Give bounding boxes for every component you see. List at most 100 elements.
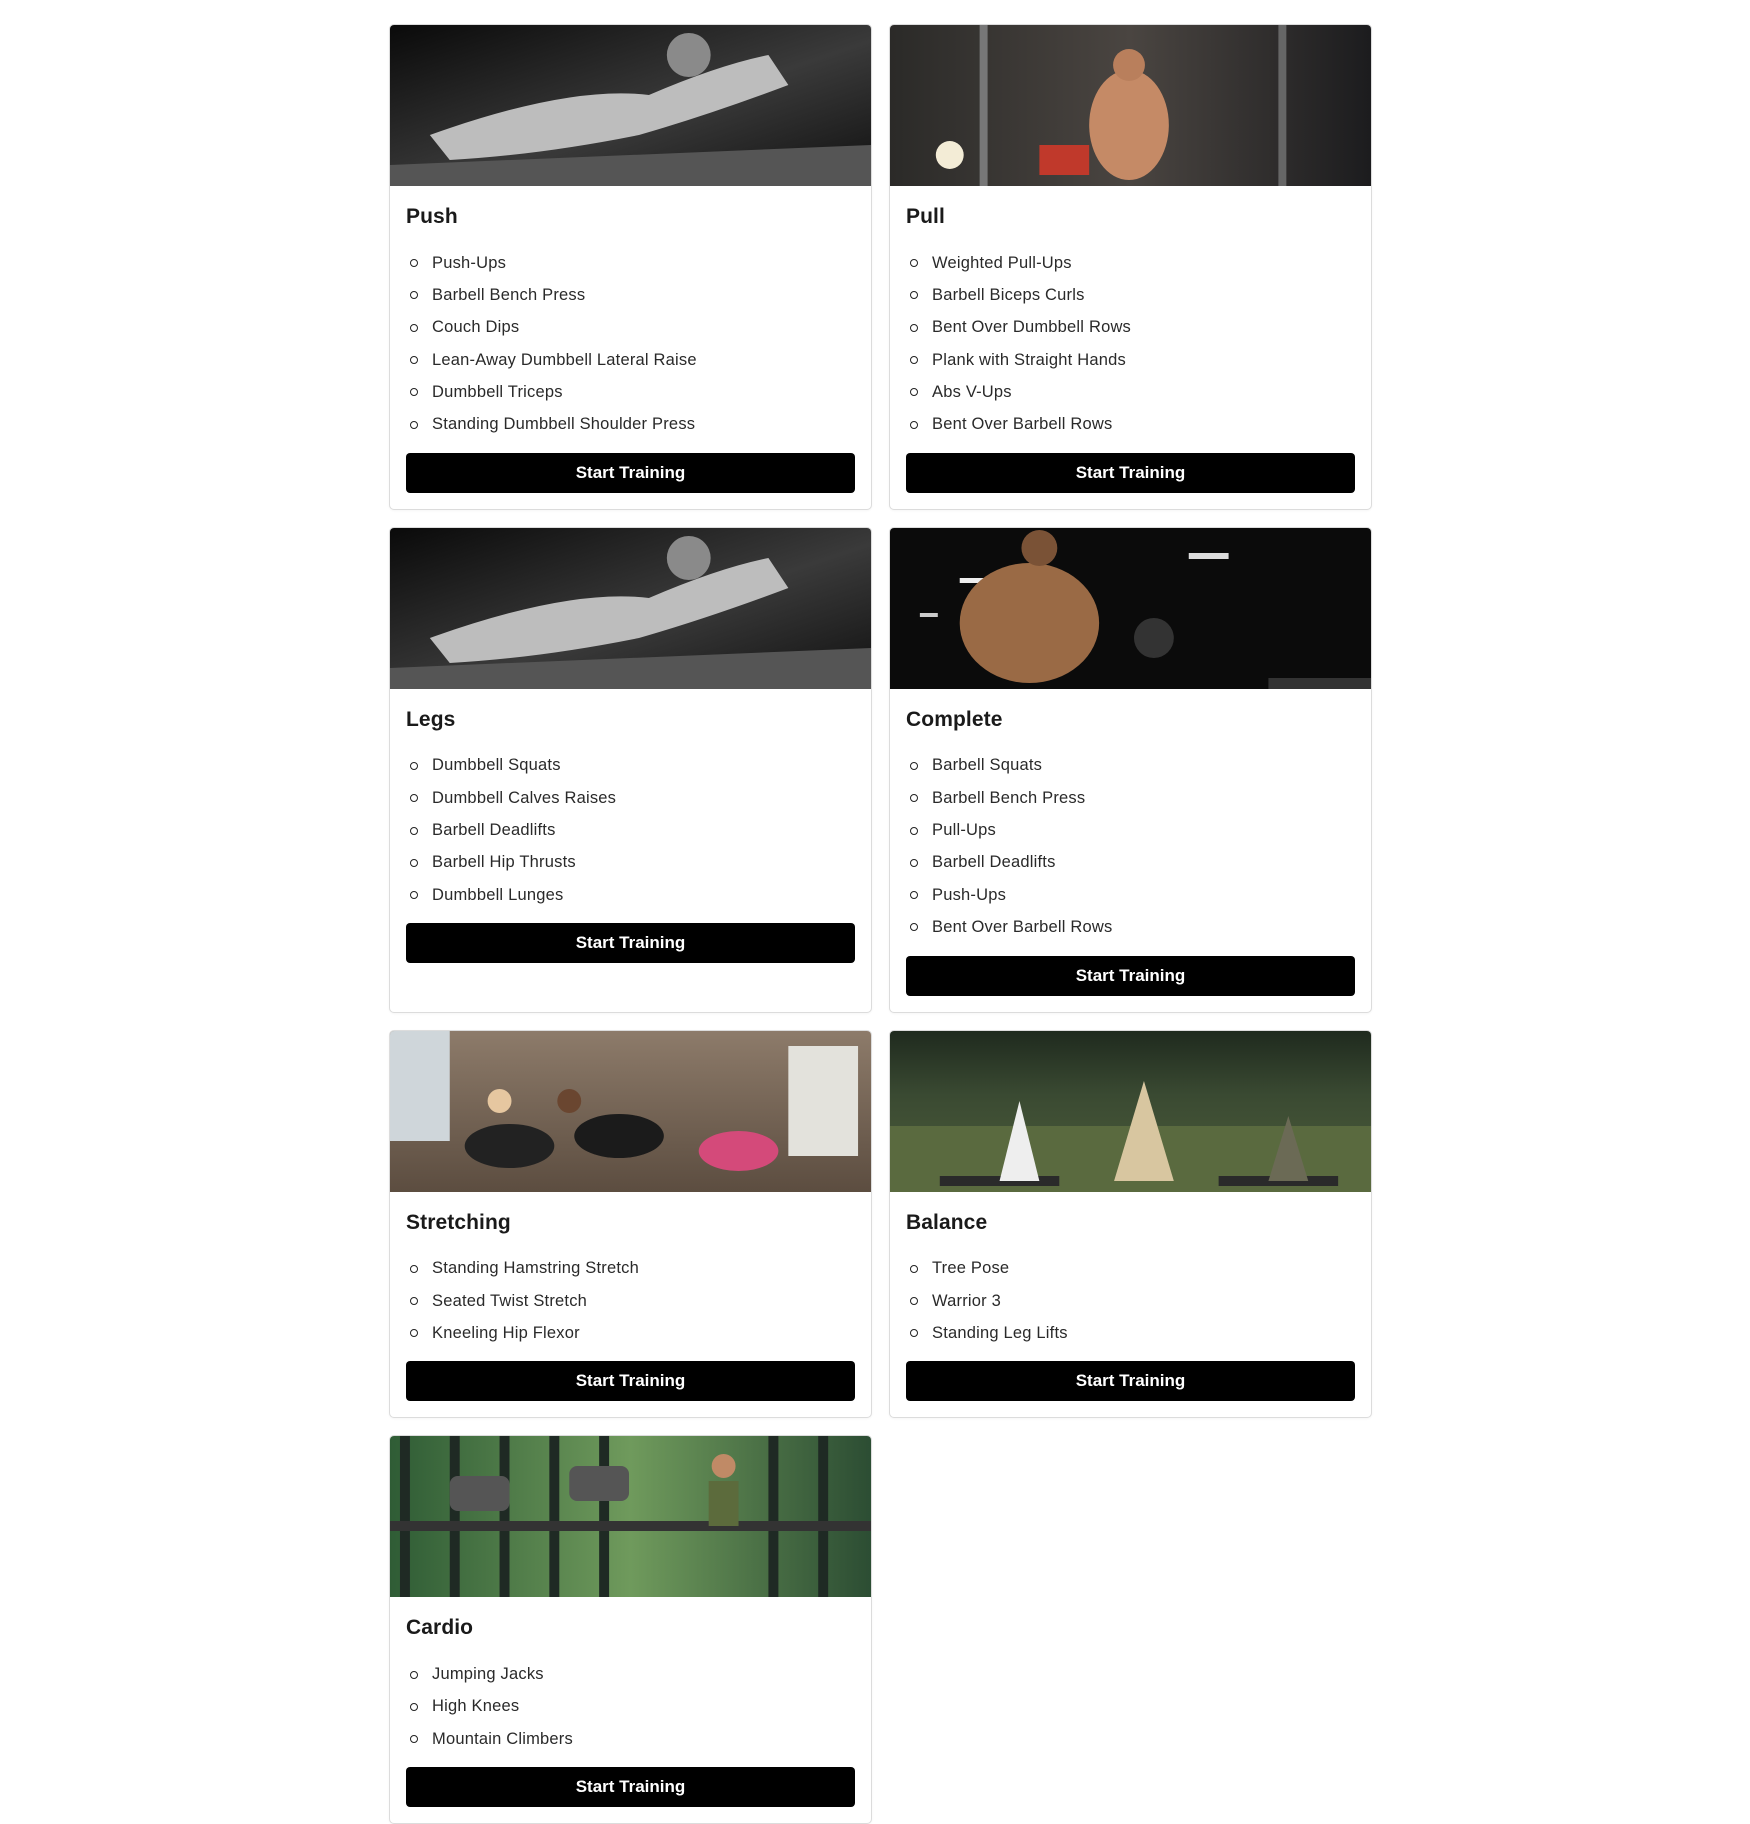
exercise-label: Push-Ups (932, 885, 1007, 904)
exercise-label: Jumping Jacks (432, 1665, 544, 1684)
push-workout-photo (390, 25, 871, 186)
stretching-workout-photo (390, 1030, 871, 1192)
exercise-list: Push-Ups Barbell Bench Press Couch Dips Lea… (406, 247, 855, 441)
exercise-item: Barbell Deadlifts (406, 814, 855, 846)
balance-workout-photo (890, 1030, 1371, 1192)
circle-bullet-icon (410, 291, 418, 300)
start-training-button[interactable]: Start Training (906, 1361, 1355, 1402)
circle-bullet-icon (910, 826, 918, 835)
exercise-label: Lean-Away Dumbbell Lateral Raise (432, 350, 697, 369)
circle-bullet-icon (910, 356, 918, 365)
circle-bullet-icon (410, 1735, 418, 1744)
exercise-item: Dumbbell Lunges (406, 879, 855, 911)
circle-bullet-icon (410, 1702, 418, 1711)
exercise-label: Standing Dumbbell Shoulder Press (432, 415, 696, 434)
cardio-workout-photo (390, 1436, 871, 1598)
exercise-item: Standing Dumbbell Shoulder Press (406, 408, 855, 440)
start-training-button[interactable]: Start Training (406, 452, 855, 493)
circle-bullet-icon (410, 1297, 418, 1305)
circle-bullet-icon (410, 388, 418, 397)
workout-card-push: Push Push-Ups Barbell Bench Press Couch Di… (389, 24, 872, 510)
workout-title: Complete (906, 707, 1003, 731)
circle-bullet-icon (910, 388, 918, 397)
circle-bullet-icon (910, 420, 918, 429)
circle-bullet-icon (410, 826, 418, 835)
exercise-label: Abs V-Ups (932, 382, 1012, 401)
exercise-label: High Knees (432, 1697, 520, 1716)
circle-bullet-icon (910, 923, 918, 932)
exercise-item: Pull-Ups (906, 814, 1355, 846)
circle-bullet-icon (410, 858, 418, 867)
exercise-label: Push-Ups (432, 253, 507, 272)
circle-bullet-icon (410, 1264, 418, 1273)
circle-bullet-icon (410, 323, 418, 332)
exercise-list: Dumbbell Squats Dumbbell Calves Raises Bar… (406, 750, 855, 911)
exercise-label: Couch Dips (432, 318, 520, 337)
workout-card-legs: Legs Dumbbell Squats Dumbbell Calves Rais… (389, 526, 872, 1013)
exercise-item: Weighted Pull-Ups (906, 247, 1355, 279)
exercise-item: Dumbbell Squats (406, 750, 855, 782)
card-body: Cardio Jumping Jacks High Knees Mountain C… (390, 1616, 871, 1808)
exercise-label: Seated Twist Stretch (432, 1291, 588, 1310)
circle-bullet-icon (910, 794, 918, 803)
exercise-label: Mountain Climbers (432, 1729, 573, 1748)
exercise-list: Tree Pose Warrior 3 Standing Leg Lifts (906, 1253, 1355, 1350)
exercise-item: Barbell Hip Thrusts (406, 847, 855, 879)
circle-bullet-icon (910, 1297, 918, 1305)
workout-title: Pull (906, 205, 945, 228)
exercise-item: Dumbbell Triceps (406, 376, 855, 408)
workout-title: Cardio (406, 1616, 474, 1640)
start-training-button[interactable]: Start Training (906, 452, 1355, 493)
circle-bullet-icon (910, 891, 918, 900)
start-training-button[interactable]: Start Training (406, 1361, 855, 1402)
exercise-item: Couch Dips (406, 312, 855, 344)
exercise-label: Pull-Ups (932, 821, 996, 840)
exercise-label: Barbell Biceps Curls (932, 285, 1085, 304)
exercise-item: Standing Hamstring Stretch (406, 1253, 855, 1285)
exercise-label: Dumbbell Triceps (432, 382, 563, 401)
card-body: Pull Weighted Pull-Ups Barbell Biceps Cur… (890, 205, 1371, 493)
exercise-label: Tree Pose (932, 1259, 1010, 1278)
workout-title: Push (406, 205, 458, 228)
exercise-label: Standing Hamstring Stretch (432, 1259, 639, 1278)
circle-bullet-icon (410, 259, 418, 268)
workout-grid: Push Push-Ups Barbell Bench Press Couch Di… (389, 24, 1372, 1824)
exercise-label: Barbell Deadlifts (932, 853, 1056, 872)
exercise-list: Jumping Jacks High Knees Mountain Climbers (406, 1658, 855, 1755)
exercise-label: Plank with Straight Hands (932, 350, 1126, 369)
exercise-list: Barbell Squats Barbell Bench Press Pull-Up… (906, 750, 1355, 944)
exercise-item: Barbell Deadlifts (906, 847, 1355, 879)
card-body: Stretching Standing Hamstring Stretch Sea… (390, 1211, 871, 1402)
workout-card-cardio: Cardio Jumping Jacks High Knees Mountain C… (389, 1435, 872, 1824)
pull-workout-photo (890, 25, 1371, 186)
exercise-item: Kneeling Hip Flexor (406, 1317, 855, 1349)
exercise-label: Kneeling Hip Flexor (432, 1323, 580, 1342)
exercise-item: Push-Ups (406, 247, 855, 279)
workout-title: Legs (406, 707, 456, 731)
exercise-item: Barbell Biceps Curls (906, 279, 1355, 311)
exercise-item: Seated Twist Stretch (406, 1285, 855, 1317)
circle-bullet-icon (910, 291, 918, 300)
exercise-item: Plank with Straight Hands (906, 344, 1355, 376)
card-body: Complete Barbell Squats Barbell Bench Pre… (890, 708, 1371, 996)
exercise-label: Barbell Squats (932, 756, 1043, 775)
card-body: Legs Dumbbell Squats Dumbbell Calves Rais… (390, 707, 871, 964)
exercise-label: Weighted Pull-Ups (932, 253, 1072, 272)
card-body: Balance Tree Pose Warrior 3 Standing Leg L… (890, 1211, 1371, 1402)
start-training-button[interactable]: Start Training (906, 955, 1355, 996)
start-training-button[interactable]: Start Training (406, 923, 855, 964)
exercise-item: Standing Leg Lifts (906, 1317, 1355, 1349)
exercise-label: Barbell Bench Press (932, 788, 1086, 807)
exercise-list: Weighted Pull-Ups Barbell Biceps Curls Ben… (906, 247, 1355, 441)
workout-card-pull: Pull Weighted Pull-Ups Barbell Biceps Cur… (889, 24, 1372, 510)
circle-bullet-icon (910, 323, 918, 332)
circle-bullet-icon (910, 858, 918, 867)
circle-bullet-icon (410, 794, 418, 803)
circle-bullet-icon (410, 891, 418, 900)
exercise-label: Dumbbell Squats (432, 756, 561, 775)
start-training-button[interactable]: Start Training (406, 1767, 855, 1808)
exercise-item: Tree Pose (906, 1253, 1355, 1285)
legs-workout-photo (390, 527, 871, 689)
exercise-label: Barbell Hip Thrusts (432, 853, 576, 872)
exercise-item: Bent Over Dumbbell Rows (906, 312, 1355, 344)
